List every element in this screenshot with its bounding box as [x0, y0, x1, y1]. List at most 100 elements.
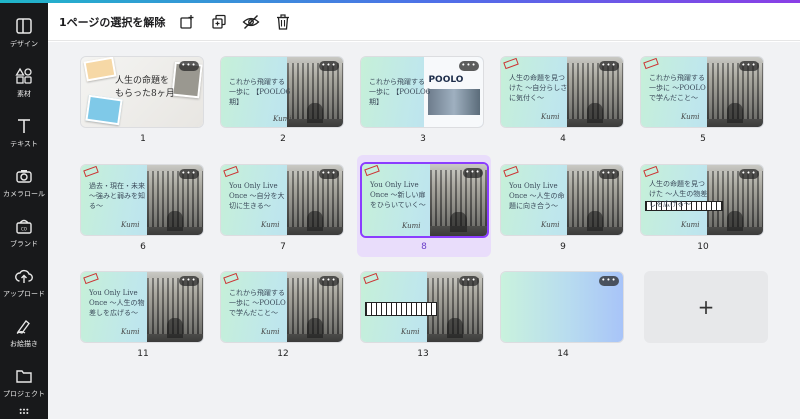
slide-caption: 人生の命題を見つけた ～人生の物差しを広げる～ [649, 180, 708, 208]
sidebar-item-brand[interactable]: CO ブランド [0, 209, 48, 257]
camera-icon [16, 170, 32, 183]
slide-signature: Kumi [121, 221, 140, 229]
slide-signature: Kumi [261, 328, 280, 336]
page-more-button[interactable]: ••• [319, 276, 339, 286]
sidebar-item-draw[interactable]: お絵描き [0, 309, 48, 357]
page-thumbnail-10[interactable]: 人生の命題を見つけた ～人生の物差しを広げる～ Kumi ••• [640, 164, 764, 236]
page-thumbnail-9[interactable]: You Only Live Once ～人生の命題に向き合う～ Kumi ••• [500, 164, 624, 236]
slide-caption: You Only Live Once ～人生の物差しを広げる～ [89, 289, 145, 317]
page-more-button[interactable]: ••• [459, 61, 479, 71]
page-thumbnail-5[interactable]: これから飛躍する一歩に ～POOLOで学んだこと～ Kumi ••• [640, 56, 764, 128]
page-more-button[interactable]: ••• [179, 169, 199, 179]
page-number: 5 [700, 134, 706, 144]
slide-caption: You Only Live Once ～人生の命題に向き合う～ [509, 182, 565, 210]
page-number: 4 [560, 134, 566, 144]
page-more-button[interactable]: ••• [599, 169, 619, 179]
sidebar-item-label: アップロード [3, 290, 45, 298]
sidebar-item-label: テキスト [10, 140, 38, 148]
page-number: 13 [417, 349, 429, 359]
slide-caption: You Only Live Once ～新しい扉をひらいていく～ [370, 181, 426, 209]
slide-caption: You Only Live Once ～自分を大切に生きる～ [229, 182, 285, 210]
sidebar-item-label: デザイン [10, 40, 38, 48]
slide-signature: Kumi [401, 328, 420, 336]
folder-icon [16, 370, 32, 383]
slide-signature: Kumi [541, 113, 560, 121]
page-thumbnail-6[interactable]: 過去・現在・未来 ～強みと弱みを知る～ Kumi ••• [80, 164, 204, 236]
page-thumbnail-2[interactable]: これから飛躍する一歩に 【POOLO6期】 Kumi ••• [220, 56, 344, 128]
page-number: 8 [421, 242, 427, 252]
page-thumbnail-1[interactable]: 人生の命題を もらった8ヶ月 ••• [80, 56, 204, 128]
page-number: 10 [697, 242, 709, 252]
page-number: 3 [420, 134, 426, 144]
slide-signature: Kumi [261, 221, 280, 229]
page-number: 12 [277, 349, 289, 359]
plus-icon: + [697, 295, 715, 319]
page-more-button[interactable]: ••• [463, 168, 483, 178]
sidebar-item-apps[interactable] [0, 405, 48, 419]
delete-page-icon[interactable] [273, 12, 293, 32]
page-more-button[interactable]: ••• [739, 61, 759, 71]
page-thumbnail-3[interactable]: POOLO これから飛躍する一歩に 【POOLO6期】 ••• [360, 56, 484, 128]
slide-signature: Kumi [681, 113, 700, 121]
page-more-button[interactable]: ••• [319, 61, 339, 71]
sidebar-item-projects[interactable]: プロジェクト [0, 359, 48, 407]
upload-icon [15, 269, 33, 283]
page-more-button[interactable]: ••• [599, 276, 619, 286]
brand-icon: CO [16, 219, 32, 234]
slide-caption: これから飛躍する一歩に 【POOLO6期】 [369, 78, 431, 106]
sidebar-item-design[interactable]: デザイン [0, 9, 48, 57]
add-page-icon[interactable] [177, 12, 197, 32]
page-number: 11 [137, 349, 149, 359]
deselect-pages-button[interactable]: 1ページの選択を解除 [59, 14, 165, 30]
sidebar-item-text[interactable]: テキスト [0, 109, 48, 157]
text-icon [18, 119, 30, 133]
page-more-button[interactable]: ••• [739, 169, 759, 179]
page-number: 6 [140, 242, 146, 252]
page-thumbnail-12[interactable]: これから飛躍する一歩に ～POOLOで学んだこと～ Kumi ••• [220, 271, 344, 343]
page-thumbnail-8-selected[interactable]: You Only Live Once ～新しい扉をひらいていく～ Kumi ••… [360, 162, 489, 238]
page-more-button[interactable]: ••• [179, 276, 199, 286]
sidebar-item-label: ブランド [10, 240, 38, 248]
page-thumbnail-4[interactable]: 人生の命題を見つけた ～自分らしさに気付く～ Kumi ••• [500, 56, 624, 128]
page-thumbnail-14[interactable]: ••• [500, 271, 624, 343]
svg-text:CO: CO [21, 227, 27, 232]
sidebar-item-elements[interactable]: 素材 [0, 59, 48, 107]
group-photo [428, 89, 481, 115]
page-number: 7 [280, 242, 286, 252]
slide-caption: これから飛躍する一歩に ～POOLOで学んだこと～ [649, 74, 706, 102]
draw-icon [16, 320, 30, 334]
page-more-button[interactable]: ••• [179, 61, 199, 71]
add-page-button[interactable]: + [644, 271, 768, 343]
page-thumbnail-13[interactable]: Kumi ••• [360, 271, 484, 343]
layout-icon [16, 18, 32, 34]
page-number: 1 [140, 134, 146, 144]
shapes-icon [15, 67, 32, 84]
sidebar-item-upload[interactable]: アップロード [0, 259, 48, 307]
slide-signature: Kumi [121, 328, 140, 336]
sidebar-item-label: プロジェクト [3, 390, 45, 398]
slide-caption: これから飛躍する一歩に 【POOLO6期】 [229, 78, 291, 106]
slide-caption: 人生の命題を見つけた ～自分らしさに気付く～ [509, 74, 568, 102]
slide-signature: Kumi [273, 115, 292, 123]
hide-page-icon[interactable] [241, 12, 261, 32]
page-more-button[interactable]: ••• [599, 61, 619, 71]
duplicate-page-icon[interactable] [209, 12, 229, 32]
sidebar: デザイン 素材 テキスト カメラロール CO ブランド アップロード お絵描き … [0, 3, 48, 419]
slide-signature: Kumi [402, 222, 421, 230]
apps-grid-icon [19, 408, 29, 414]
slide-title: 人生の命題を もらった8ヶ月 [115, 76, 175, 99]
slide-caption: 過去・現在・未来 ～強みと弱みを知る～ [89, 182, 145, 210]
page-thumbnail-7[interactable]: You Only Live Once ～自分を大切に生きる～ Kumi ••• [220, 164, 344, 236]
sidebar-item-label: カメラロール [3, 190, 45, 198]
page-more-button[interactable]: ••• [319, 169, 339, 179]
page-more-button[interactable]: ••• [459, 276, 479, 286]
slide-signature: Kumi [681, 221, 700, 229]
slide-caption: これから飛躍する一歩に ～POOLOで学んだこと～ [229, 289, 286, 317]
page-toolbar: 1ページの選択を解除 [48, 3, 800, 41]
sidebar-item-label: 素材 [17, 90, 31, 98]
sidebar-item-camera-roll[interactable]: カメラロール [0, 159, 48, 207]
slide-signature: Kumi [541, 221, 560, 229]
page-number: 9 [560, 242, 566, 252]
page-thumbnail-11[interactable]: You Only Live Once ～人生の物差しを広げる～ Kumi ••• [80, 271, 204, 343]
ruler-graphic [365, 302, 437, 316]
